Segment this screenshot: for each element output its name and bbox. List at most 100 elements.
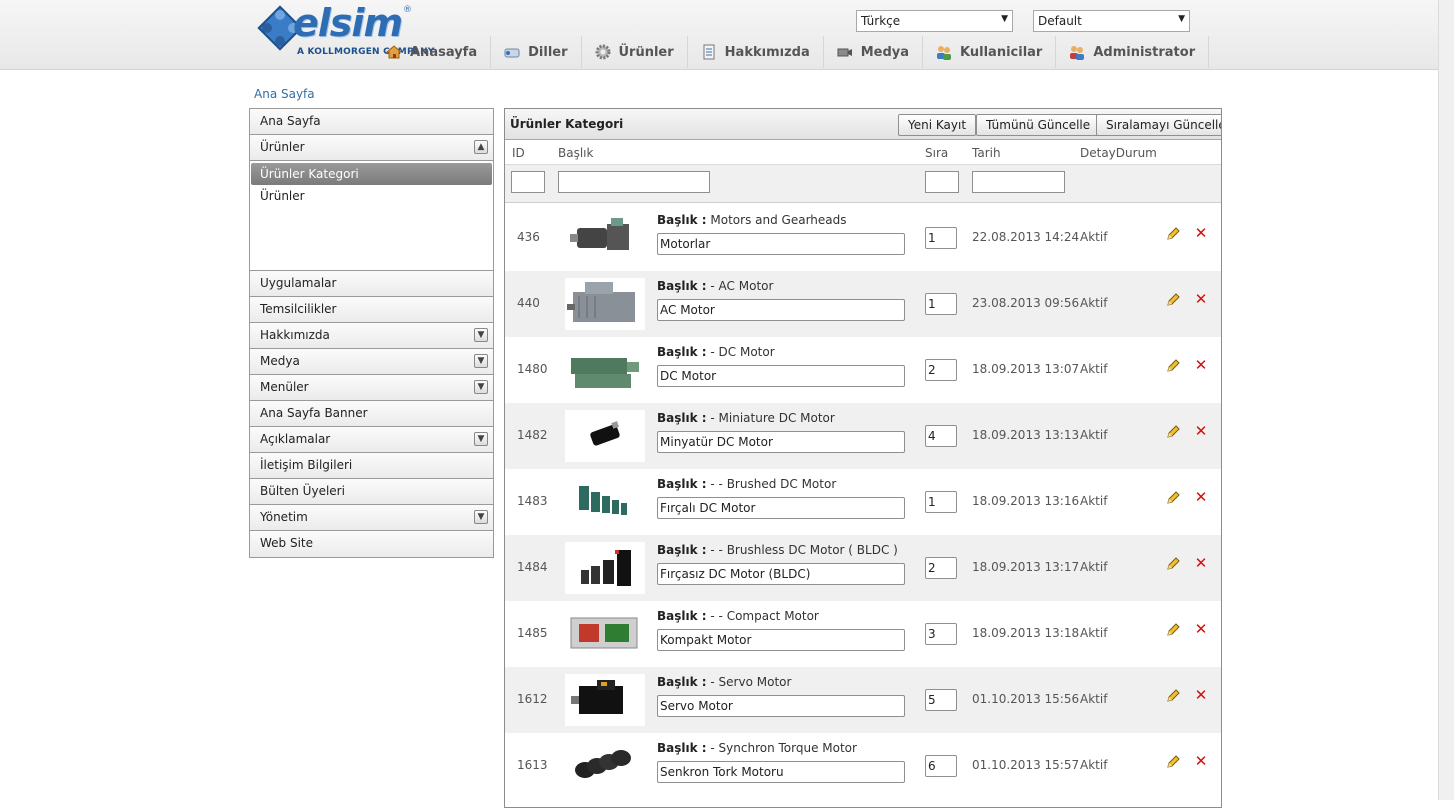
- column-header-date[interactable]: Tarih: [972, 146, 1001, 160]
- edit-pencil-icon[interactable]: [1165, 358, 1181, 374]
- row-title-input[interactable]: Motorlar: [657, 233, 905, 255]
- update-all-button[interactable]: Tümünü Güncelle: [976, 114, 1101, 136]
- delete-icon[interactable]: ✕: [1193, 291, 1209, 307]
- row-title-input[interactable]: Kompakt Motor: [657, 629, 905, 651]
- column-header-order[interactable]: Sıra: [925, 146, 948, 160]
- nav-administrator[interactable]: Administrator: [1056, 36, 1210, 68]
- breadcrumb[interactable]: Ana Sayfa: [254, 87, 315, 101]
- column-header-id[interactable]: ID: [512, 146, 525, 160]
- row-order-input[interactable]: 5: [925, 689, 957, 711]
- filter-title-input[interactable]: [558, 171, 710, 193]
- row-title-input[interactable]: Senkron Tork Motoru: [657, 761, 905, 783]
- edit-pencil-icon[interactable]: [1165, 490, 1181, 506]
- delete-icon[interactable]: ✕: [1193, 225, 1209, 241]
- sidebar-item-label: Ana Sayfa: [260, 114, 321, 128]
- row-order-input[interactable]: 1: [925, 293, 957, 315]
- sidebar-item-hakkimizda[interactable]: Hakkımızda ▼: [250, 323, 493, 349]
- row-date: 01.10.2013 15:57: [972, 758, 1080, 772]
- edit-pencil-icon[interactable]: [1165, 424, 1181, 440]
- delete-icon[interactable]: ✕: [1193, 555, 1209, 571]
- filter-order-input[interactable]: [925, 171, 959, 193]
- row-order-input[interactable]: 1: [925, 227, 957, 249]
- sidebar-item-aciklamalar[interactable]: Açıklamalar ▼: [250, 427, 493, 453]
- delete-icon[interactable]: ✕: [1193, 621, 1209, 637]
- sidebar-item-temsilcilikler[interactable]: Temsilcilikler: [250, 297, 493, 323]
- sidebar-item-ana-sayfa-banner[interactable]: Ana Sayfa Banner: [250, 401, 493, 427]
- edit-pencil-icon[interactable]: [1165, 226, 1181, 242]
- table-row: 1612 Başlık : - Servo Motor Servo Motor 5 01…: [505, 667, 1221, 733]
- nav-kullanicilar[interactable]: Kullanicilar: [923, 36, 1057, 68]
- nav-label: Medya: [860, 44, 910, 60]
- delete-icon[interactable]: ✕: [1193, 489, 1209, 505]
- sidebar-subitem-label: Ürünler Kategori: [260, 167, 359, 181]
- sidebar-item-iletisim-bilgileri[interactable]: İletişim Bilgileri: [250, 453, 493, 479]
- row-title-input[interactable]: AC Motor: [657, 299, 905, 321]
- expand-icon[interactable]: ▼: [474, 328, 488, 342]
- row-title-input[interactable]: Fırçasız DC Motor (BLDC): [657, 563, 905, 585]
- delete-icon[interactable]: ✕: [1193, 753, 1209, 769]
- grid-header: Ürünler Kategori Yeni Kayıt Tümünü Günce…: [505, 109, 1221, 140]
- product-image-icon: [565, 476, 645, 528]
- nav-label: Ürünler: [618, 44, 674, 60]
- sidebar-item-medya[interactable]: Medya ▼: [250, 349, 493, 375]
- sidebar-subitem-urunler-kategori[interactable]: Ürünler Kategori: [251, 163, 492, 185]
- theme-select[interactable]: Default ▼: [1033, 10, 1190, 32]
- row-title-label: Başlık : - Servo Motor: [657, 675, 791, 689]
- edit-pencil-icon[interactable]: [1165, 688, 1181, 704]
- delete-icon[interactable]: ✕: [1193, 423, 1209, 439]
- edit-pencil-icon[interactable]: [1165, 622, 1181, 638]
- row-order-input[interactable]: 3: [925, 623, 957, 645]
- row-title-text: - Synchron Torque Motor: [710, 741, 857, 755]
- sidebar-item-menuler[interactable]: Menüler ▼: [250, 375, 493, 401]
- new-record-button[interactable]: Yeni Kayıt: [898, 114, 977, 136]
- sidebar-item-bulten-uyeleri[interactable]: Bülten Üyeleri: [250, 479, 493, 505]
- row-order-input[interactable]: 1: [925, 491, 957, 513]
- row-title-input[interactable]: Fırçalı DC Motor: [657, 497, 905, 519]
- edit-pencil-icon[interactable]: [1165, 556, 1181, 572]
- nav-anasayfa[interactable]: Anasayfa: [386, 36, 492, 68]
- row-date: 18.09.2013 13:07: [972, 362, 1080, 376]
- expand-icon[interactable]: ▼: [474, 354, 488, 368]
- nav-urunler[interactable]: Ürünler: [582, 36, 688, 68]
- product-image-icon: [565, 212, 645, 264]
- sidebar-item-web-site[interactable]: Web Site: [250, 531, 493, 557]
- sidebar-item-label: İletişim Bilgileri: [260, 458, 353, 472]
- sidebar-item-urunler[interactable]: Ürünler ▲: [250, 135, 493, 161]
- page-scrollbar[interactable]: [1438, 0, 1454, 800]
- delete-icon[interactable]: ✕: [1193, 357, 1209, 373]
- column-header-status[interactable]: DetayDurum: [1080, 146, 1157, 160]
- title-prefix: Başlık :: [657, 543, 707, 557]
- filter-id-input[interactable]: [511, 171, 545, 193]
- row-order-input[interactable]: 2: [925, 359, 957, 381]
- sidebar-subitem-urunler[interactable]: Ürünler: [251, 185, 492, 207]
- row-order-input[interactable]: 2: [925, 557, 957, 579]
- sidebar-item-yonetim[interactable]: Yönetim ▼: [250, 505, 493, 531]
- filter-date-input[interactable]: [972, 171, 1065, 193]
- title-prefix: Başlık :: [657, 675, 707, 689]
- breadcrumb-home-link[interactable]: Ana Sayfa: [254, 87, 315, 101]
- users-icon: [937, 46, 952, 60]
- update-order-button[interactable]: Sıralamayı Güncelle: [1096, 114, 1221, 136]
- sidebar-item-ana-sayfa[interactable]: Ana Sayfa: [250, 109, 493, 135]
- expand-icon[interactable]: ▼: [474, 432, 488, 446]
- row-title-input[interactable]: Servo Motor: [657, 695, 905, 717]
- collapse-icon[interactable]: ▲: [474, 140, 488, 154]
- nav-hakkimizda[interactable]: Hakkımızda: [688, 36, 824, 68]
- column-header-title[interactable]: Başlık: [558, 146, 593, 160]
- sidebar-item-label: Ana Sayfa Banner: [260, 406, 368, 420]
- row-title-input[interactable]: DC Motor: [657, 365, 905, 387]
- expand-icon[interactable]: ▼: [474, 380, 488, 394]
- row-order-input[interactable]: 4: [925, 425, 957, 447]
- product-image-icon: [565, 608, 645, 660]
- language-select[interactable]: Türkçe ▼: [856, 10, 1013, 32]
- nav-diller[interactable]: Diller: [491, 36, 582, 68]
- edit-pencil-icon[interactable]: [1165, 292, 1181, 308]
- sidebar-item-uygulamalar[interactable]: Uygulamalar: [250, 271, 493, 297]
- row-order-input[interactable]: 6: [925, 755, 957, 777]
- nav-medya[interactable]: Medya: [824, 36, 924, 68]
- expand-icon[interactable]: ▼: [474, 510, 488, 524]
- delete-icon[interactable]: ✕: [1193, 687, 1209, 703]
- edit-pencil-icon[interactable]: [1165, 754, 1181, 770]
- row-title-input[interactable]: Minyatür DC Motor: [657, 431, 905, 453]
- row-status: Aktif: [1080, 494, 1108, 508]
